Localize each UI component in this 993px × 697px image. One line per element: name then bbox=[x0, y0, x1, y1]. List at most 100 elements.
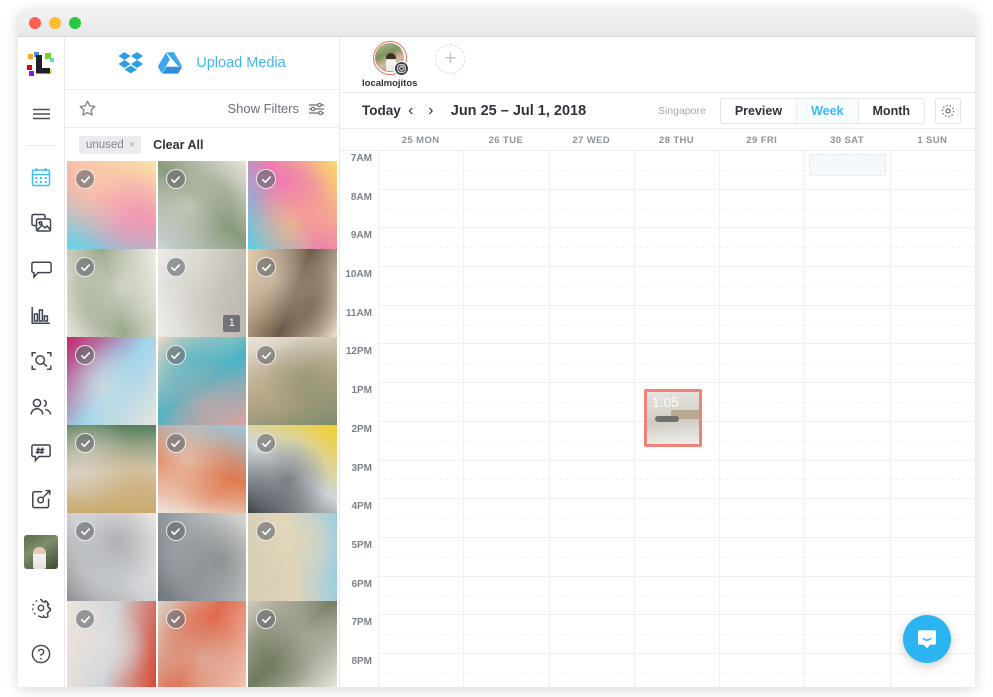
time-slot[interactable] bbox=[549, 190, 635, 229]
intercom-chat-button[interactable] bbox=[903, 615, 951, 663]
time-slot[interactable] bbox=[464, 461, 549, 500]
time-slot[interactable] bbox=[549, 654, 635, 687]
add-profile-button[interactable]: + bbox=[435, 44, 466, 74]
time-slot[interactable] bbox=[720, 306, 805, 345]
media-tile[interactable] bbox=[157, 425, 247, 514]
media-tile[interactable] bbox=[67, 161, 156, 250]
media-tile[interactable] bbox=[67, 601, 156, 687]
time-slot[interactable] bbox=[464, 151, 549, 190]
next-week-button[interactable]: › bbox=[421, 102, 441, 120]
sidebar-item-help[interactable] bbox=[24, 637, 58, 671]
time-slot[interactable] bbox=[634, 267, 720, 306]
day-column-1[interactable] bbox=[463, 151, 549, 687]
day-column-3[interactable]: 1:05 bbox=[633, 151, 720, 687]
time-slot[interactable] bbox=[720, 190, 805, 229]
empty-post-placeholder[interactable] bbox=[809, 154, 886, 176]
time-slot[interactable] bbox=[805, 228, 890, 268]
time-slot[interactable] bbox=[379, 654, 464, 687]
tab-week[interactable]: Week bbox=[797, 98, 859, 123]
media-tile[interactable] bbox=[157, 601, 247, 687]
time-slot[interactable] bbox=[464, 190, 549, 229]
hamburger-menu-button[interactable] bbox=[24, 97, 58, 131]
time-slot[interactable] bbox=[720, 461, 805, 500]
media-tile[interactable] bbox=[67, 425, 156, 514]
media-tile[interactable] bbox=[67, 337, 156, 426]
time-slot[interactable] bbox=[890, 306, 975, 345]
media-tile[interactable] bbox=[248, 425, 337, 514]
check-icon[interactable] bbox=[75, 609, 95, 629]
today-button[interactable]: Today bbox=[362, 103, 401, 118]
check-icon[interactable] bbox=[75, 433, 95, 453]
time-slot[interactable] bbox=[890, 267, 975, 306]
day-column-6[interactable] bbox=[889, 151, 975, 687]
day-column-2[interactable] bbox=[548, 151, 635, 687]
time-slot[interactable] bbox=[634, 306, 720, 345]
google-drive-icon[interactable] bbox=[157, 51, 183, 75]
time-slot[interactable] bbox=[379, 344, 464, 384]
media-tile[interactable] bbox=[248, 513, 337, 602]
time-slot[interactable] bbox=[890, 538, 975, 577]
time-slot[interactable] bbox=[720, 228, 805, 268]
time-slot[interactable] bbox=[890, 577, 975, 616]
sidebar-item-conversations[interactable] bbox=[24, 252, 58, 286]
time-slot[interactable] bbox=[379, 190, 464, 229]
time-slot[interactable] bbox=[805, 344, 890, 384]
zoom-button[interactable] bbox=[69, 17, 81, 29]
check-icon[interactable] bbox=[75, 345, 95, 365]
time-slot[interactable] bbox=[464, 267, 549, 306]
minimize-button[interactable] bbox=[49, 17, 61, 29]
time-slot[interactable] bbox=[720, 422, 805, 461]
time-slot[interactable] bbox=[379, 228, 464, 268]
media-tile[interactable] bbox=[157, 337, 247, 426]
time-slot[interactable] bbox=[464, 344, 549, 384]
star-icon[interactable] bbox=[79, 100, 96, 117]
check-icon[interactable] bbox=[165, 433, 186, 453]
time-slot[interactable] bbox=[464, 577, 549, 616]
time-slot[interactable] bbox=[634, 461, 720, 500]
sidebar-item-calendar[interactable] bbox=[24, 160, 58, 194]
time-slot[interactable] bbox=[549, 577, 635, 616]
filter-chip-unused[interactable]: unused × bbox=[79, 135, 142, 154]
time-slot[interactable] bbox=[379, 383, 464, 422]
dropbox-icon[interactable] bbox=[118, 51, 144, 75]
media-tile[interactable] bbox=[67, 249, 156, 338]
time-slot[interactable] bbox=[549, 383, 635, 422]
media-tile[interactable]: 1 bbox=[157, 249, 247, 338]
time-slot[interactable] bbox=[379, 267, 464, 306]
check-icon[interactable] bbox=[165, 609, 186, 629]
time-slot[interactable] bbox=[464, 499, 549, 538]
time-slot[interactable] bbox=[805, 306, 890, 345]
time-slot[interactable] bbox=[549, 615, 635, 654]
time-slot[interactable] bbox=[379, 461, 464, 500]
time-slot[interactable] bbox=[720, 615, 805, 654]
check-icon[interactable] bbox=[165, 345, 186, 365]
time-slot[interactable] bbox=[634, 228, 720, 268]
time-slot[interactable] bbox=[805, 654, 890, 687]
time-slot[interactable] bbox=[805, 422, 890, 461]
calendar-event[interactable]: 1:05 bbox=[643, 389, 702, 448]
sidebar-item-users[interactable] bbox=[24, 390, 58, 424]
time-slot[interactable] bbox=[720, 344, 805, 384]
time-slot[interactable] bbox=[634, 615, 720, 654]
time-slot[interactable] bbox=[634, 151, 720, 190]
tab-month[interactable]: Month bbox=[858, 98, 924, 123]
media-tile[interactable] bbox=[157, 161, 247, 250]
time-slot[interactable] bbox=[464, 654, 549, 687]
previous-week-button[interactable]: ‹ bbox=[401, 102, 421, 120]
time-slot[interactable] bbox=[805, 151, 890, 190]
time-slot[interactable] bbox=[464, 615, 549, 654]
day-column-4[interactable] bbox=[719, 151, 805, 687]
media-tile[interactable] bbox=[248, 161, 337, 250]
time-slot[interactable] bbox=[379, 538, 464, 577]
time-slot[interactable] bbox=[464, 383, 549, 422]
time-slot[interactable] bbox=[549, 538, 635, 577]
time-slot[interactable] bbox=[805, 383, 890, 422]
time-slot[interactable] bbox=[890, 344, 975, 384]
time-slot[interactable] bbox=[464, 538, 549, 577]
sidebar-item-analytics[interactable] bbox=[24, 298, 58, 332]
media-tile[interactable] bbox=[248, 249, 337, 338]
time-slot[interactable] bbox=[634, 538, 720, 577]
media-tile[interactable] bbox=[248, 601, 337, 687]
close-button[interactable] bbox=[29, 17, 41, 29]
time-slot[interactable] bbox=[549, 461, 635, 500]
